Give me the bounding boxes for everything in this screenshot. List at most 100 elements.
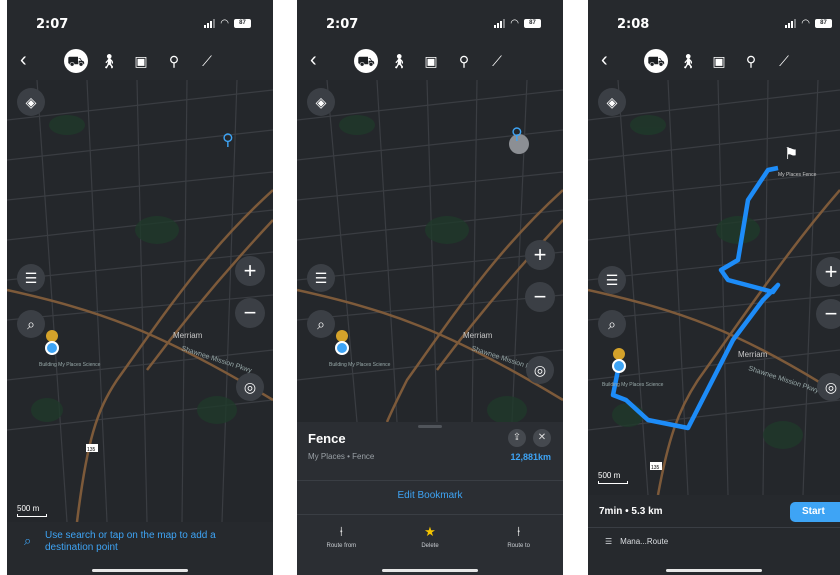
- bicycle-icon[interactable]: ⚲: [739, 49, 763, 73]
- battery-icon: 87: [815, 19, 832, 28]
- map-label-place: Building My Places Science: [602, 382, 664, 388]
- home-indicator: [666, 569, 762, 572]
- chevron-left-icon[interactable]: ‹: [20, 50, 27, 70]
- minus-icon[interactable]: −: [816, 299, 840, 329]
- my-location-icon[interactable]: ◎: [526, 356, 554, 384]
- edit-bookmark-button[interactable]: Edit Bookmark: [297, 490, 563, 501]
- home-indicator: [382, 569, 478, 572]
- wifi-icon: ◠: [220, 18, 229, 29]
- minus-icon[interactable]: −: [525, 282, 555, 312]
- ruler-icon[interactable]: ⟋: [772, 49, 796, 73]
- signal-icon: [785, 19, 797, 28]
- bookmarks-list-icon[interactable]: ☰: [307, 264, 335, 292]
- bookmark-sheet: Fence ⇪ ✕ My Places • Fence 12,881km Edi…: [297, 422, 563, 575]
- start-button[interactable]: Start: [790, 502, 840, 522]
- bookmark-actions: ⍿ Route from ★ Delete ⍿ Route to: [297, 524, 563, 549]
- bicycle-icon[interactable]: ⚲: [452, 49, 476, 73]
- bookmark-distance: 12,881km: [510, 452, 551, 462]
- status-time: 2:08: [617, 17, 650, 32]
- map-view[interactable]: Merriam Shawnee Mission Pkwy Building My…: [297, 80, 563, 422]
- search-icon: ⌕: [24, 533, 32, 548]
- chevron-left-icon[interactable]: ‹: [601, 50, 608, 70]
- my-location-icon[interactable]: ◎: [817, 373, 840, 401]
- pedestrian-icon[interactable]: 🚶︎: [676, 49, 700, 73]
- status-time: 2:07: [36, 17, 69, 32]
- pin-icon[interactable]: ⚲: [222, 130, 234, 150]
- close-icon[interactable]: ✕: [533, 429, 551, 447]
- search-icon[interactable]: ⌕: [598, 310, 626, 338]
- battery-icon: 87: [524, 19, 541, 28]
- map-view[interactable]: Merriam Shawnee Mission Pkwy Building My…: [7, 80, 273, 522]
- screen-2: 2:07 ◠ 87 ‹ ⛟ 🚶︎ ▣ ⚲ ⟋ Merriam Shawnee M…: [297, 0, 563, 575]
- pedestrian-icon[interactable]: 🚶︎: [387, 49, 411, 73]
- map-canvas: Merriam Shawnee Mission Pkwy Building My…: [297, 80, 563, 422]
- screen-3: 2:08 ◠ 87 ‹ ⛟ 🚶︎ ▣ ⚲ ⟋ Merriam Shawnee M…: [588, 0, 840, 575]
- bus-icon[interactable]: ▣: [419, 49, 443, 73]
- car-icon[interactable]: ⛟: [64, 49, 88, 73]
- scale-bar: 500 m: [598, 471, 628, 484]
- list-icon: ☰: [605, 537, 613, 546]
- finish-flag-icon[interactable]: ⚑: [784, 144, 798, 164]
- bookmarks-list-icon[interactable]: ☰: [17, 264, 45, 292]
- scale-bar: 500 m: [17, 504, 47, 517]
- current-location-dot: [612, 359, 626, 373]
- chevron-left-icon[interactable]: ‹: [310, 50, 317, 70]
- destination-hint[interactable]: ⌕ Use search or tap on the map to add a …: [7, 522, 273, 575]
- search-icon[interactable]: ⌕: [307, 310, 335, 338]
- route-line[interactable]: [610, 165, 781, 431]
- route-summary-panel: 7min • 5.3 km Start ☰ Mana...Route: [588, 495, 840, 575]
- search-icon[interactable]: ⌕: [17, 310, 45, 338]
- route-to-button[interactable]: ⍿ Route to: [474, 524, 563, 549]
- ruler-icon[interactable]: ⟋: [485, 49, 509, 73]
- bookmarks-list-icon[interactable]: ☰: [598, 266, 626, 294]
- map-canvas: Merriam Shawnee Mission Pkwy Building My…: [588, 80, 840, 495]
- layers-icon[interactable]: ◈: [598, 88, 626, 116]
- plus-icon[interactable]: +: [235, 256, 265, 286]
- bicycle-icon[interactable]: ⚲: [162, 49, 186, 73]
- plus-icon[interactable]: +: [816, 257, 840, 287]
- delete-button[interactable]: ★ Delete: [386, 524, 475, 549]
- transport-mode-bar: ‹ ⛟ 🚶︎ ▣ ⚲ ⟋: [588, 42, 840, 80]
- home-indicator: [92, 569, 188, 572]
- transport-mode-bar: ‹ ⛟ 🚶︎ ▣ ⚲ ⟋: [297, 42, 563, 80]
- route-to-icon: ⍿: [517, 524, 521, 539]
- highway-shield-label: 135: [651, 465, 660, 471]
- ruler-icon[interactable]: ⟋: [195, 49, 219, 73]
- bookmark-subtitle: My Places • Fence: [308, 452, 375, 461]
- hint-text: Use search or tap on the map to add a de…: [45, 530, 216, 553]
- status-bar: 2:07 ◠ 87: [297, 0, 563, 42]
- wifi-icon: ◠: [510, 18, 519, 29]
- my-location-icon[interactable]: ◎: [236, 373, 264, 401]
- map-label-place: Building My Places Science: [39, 362, 101, 368]
- star-icon: ★: [424, 524, 436, 539]
- status-time: 2:07: [326, 17, 359, 32]
- pin-icon[interactable]: ⚲: [511, 124, 523, 144]
- screen-1: 2:07 ◠ 87 ‹ ⛟ 🚶︎ ▣ ⚲ ⟋ Merriam Shawnee M…: [7, 0, 273, 575]
- wifi-icon: ◠: [801, 18, 810, 29]
- current-location-dot: [335, 341, 349, 355]
- car-icon[interactable]: ⛟: [644, 49, 668, 73]
- layers-icon[interactable]: ◈: [17, 88, 45, 116]
- bus-icon[interactable]: ▣: [129, 49, 153, 73]
- sheet-handle[interactable]: [418, 425, 442, 428]
- map-label-merriam: Merriam: [463, 331, 493, 340]
- share-icon[interactable]: ⇪: [508, 429, 526, 447]
- plus-icon[interactable]: +: [525, 240, 555, 270]
- current-location-dot: [45, 341, 59, 355]
- bus-icon[interactable]: ▣: [707, 49, 731, 73]
- map-label-merriam: Merriam: [173, 331, 203, 340]
- minus-icon[interactable]: −: [235, 298, 265, 328]
- status-bar: 2:07 ◠ 87: [7, 0, 273, 42]
- car-icon[interactable]: ⛟: [354, 49, 378, 73]
- map-label-mission: Shawnee Mission Pkwy: [747, 365, 820, 395]
- route-from-button[interactable]: ⍿ Route from: [297, 524, 386, 549]
- highway-shield-label: 135: [87, 447, 96, 453]
- map-label-merriam: Merriam: [738, 350, 768, 359]
- transport-mode-bar: ‹ ⛟ 🚶︎ ▣ ⚲ ⟋: [7, 42, 273, 80]
- route-from-icon: ⍿: [339, 524, 343, 539]
- signal-icon: [494, 19, 506, 28]
- manage-route-button[interactable]: ☰ Mana...Route: [605, 537, 668, 546]
- layers-icon[interactable]: ◈: [307, 88, 335, 116]
- map-view[interactable]: Merriam Shawnee Mission Pkwy Building My…: [588, 80, 840, 495]
- pedestrian-icon[interactable]: 🚶︎: [97, 49, 121, 73]
